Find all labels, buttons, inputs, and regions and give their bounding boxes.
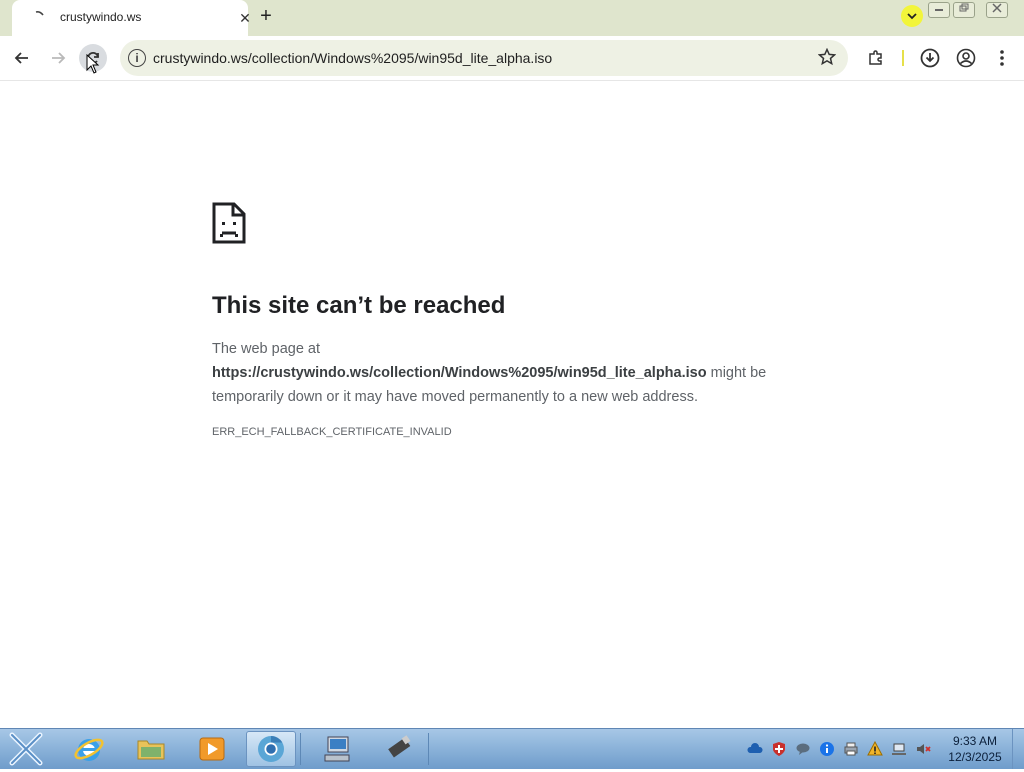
error-heading: This site can’t be reached xyxy=(212,292,506,319)
minimize-icon xyxy=(935,9,943,11)
clock-time[interactable]: 9:33 AM xyxy=(940,734,1010,748)
error-message-prefix: The web page at xyxy=(212,341,321,357)
site-info-icon[interactable]: i xyxy=(128,49,146,67)
toolbar-separator xyxy=(902,50,904,66)
download-icon xyxy=(920,48,940,68)
forward-arrow-icon xyxy=(52,52,66,64)
tab-strip: crustywindo.ws ✕ + xyxy=(0,0,1024,36)
profile-icon xyxy=(956,48,976,68)
internet-explorer-icon xyxy=(74,738,104,761)
taskbar-divider xyxy=(300,733,301,765)
taskbar-app-internet-explorer[interactable] xyxy=(64,731,114,767)
network-tray-icon[interactable] xyxy=(891,741,907,757)
minimize-button[interactable] xyxy=(928,2,950,18)
media-player-icon xyxy=(199,737,225,761)
tab-title: crustywindo.ws xyxy=(60,10,142,24)
address-bar[interactable]: i crustywindo.ws/collection/Windows%2095… xyxy=(120,40,848,76)
loading-icon xyxy=(35,11,44,16)
back-button[interactable] xyxy=(8,44,36,72)
chrome-icon xyxy=(258,735,284,762)
chevron-down-icon xyxy=(907,13,917,20)
tab-close-button[interactable]: ✕ xyxy=(236,9,254,27)
warning-tray-icon[interactable] xyxy=(867,741,883,757)
menu-button[interactable] xyxy=(990,46,1014,70)
computer-icon xyxy=(324,736,350,762)
error-code: ERR_ECH_FALLBACK_CERTIFICATE_INVALID xyxy=(212,426,452,438)
clock-date[interactable]: 12/3/2025 xyxy=(940,750,1010,764)
volume-muted-tray-icon[interactable] xyxy=(915,741,931,757)
restore-button[interactable] xyxy=(953,2,975,18)
shield-tray-icon[interactable] xyxy=(771,741,787,757)
profile-button[interactable] xyxy=(954,46,978,70)
info-tray-icon[interactable] xyxy=(819,741,835,757)
puzzle-icon xyxy=(869,50,882,65)
back-arrow-icon xyxy=(14,52,28,64)
chat-bubble-tray-icon[interactable] xyxy=(795,741,811,757)
taskbar-divider xyxy=(428,733,429,765)
taskbar-app-media-player[interactable] xyxy=(187,731,237,767)
tab-search-button[interactable] xyxy=(901,5,923,27)
taskbar-app-chrome[interactable] xyxy=(246,731,296,767)
taskbar-app-network-computer[interactable] xyxy=(312,731,362,767)
close-window-button[interactable] xyxy=(986,2,1008,18)
error-url: https://crustywindo.ws/collection/Window… xyxy=(212,365,707,381)
restore-icon xyxy=(959,3,969,12)
taskbar-app-file-explorer[interactable] xyxy=(126,731,176,767)
sad-page-icon xyxy=(212,202,246,244)
tab-active[interactable]: crustywindo.ws ✕ xyxy=(12,0,251,36)
kebab-menu-icon xyxy=(1000,50,1004,66)
forward-button[interactable] xyxy=(44,44,72,72)
bookmark-star-icon[interactable] xyxy=(818,48,836,66)
taskbar: 9:33 AM 12/3/2025 xyxy=(0,728,1024,769)
taskbar-app-usb-drive[interactable] xyxy=(374,731,424,767)
browser-toolbar: i crustywindo.ws/collection/Windows%2095… xyxy=(0,36,1024,81)
usb-drive-icon xyxy=(388,735,411,758)
extensions-button[interactable] xyxy=(864,46,888,70)
error-message: The web page at https://crustywindo.ws/co… xyxy=(212,337,812,409)
url-text[interactable]: crustywindo.ws/collection/Windows%2095/w… xyxy=(153,50,552,66)
downloads-button[interactable] xyxy=(918,46,942,70)
start-button[interactable] xyxy=(6,731,46,767)
folder-icon xyxy=(137,740,165,760)
close-icon xyxy=(992,3,1002,13)
printer-tray-icon[interactable] xyxy=(843,741,859,757)
cloud-tray-icon[interactable] xyxy=(747,741,763,757)
show-desktop-button[interactable] xyxy=(1012,729,1024,769)
new-tab-button[interactable]: + xyxy=(256,6,276,26)
mouse-cursor-icon xyxy=(86,54,100,74)
